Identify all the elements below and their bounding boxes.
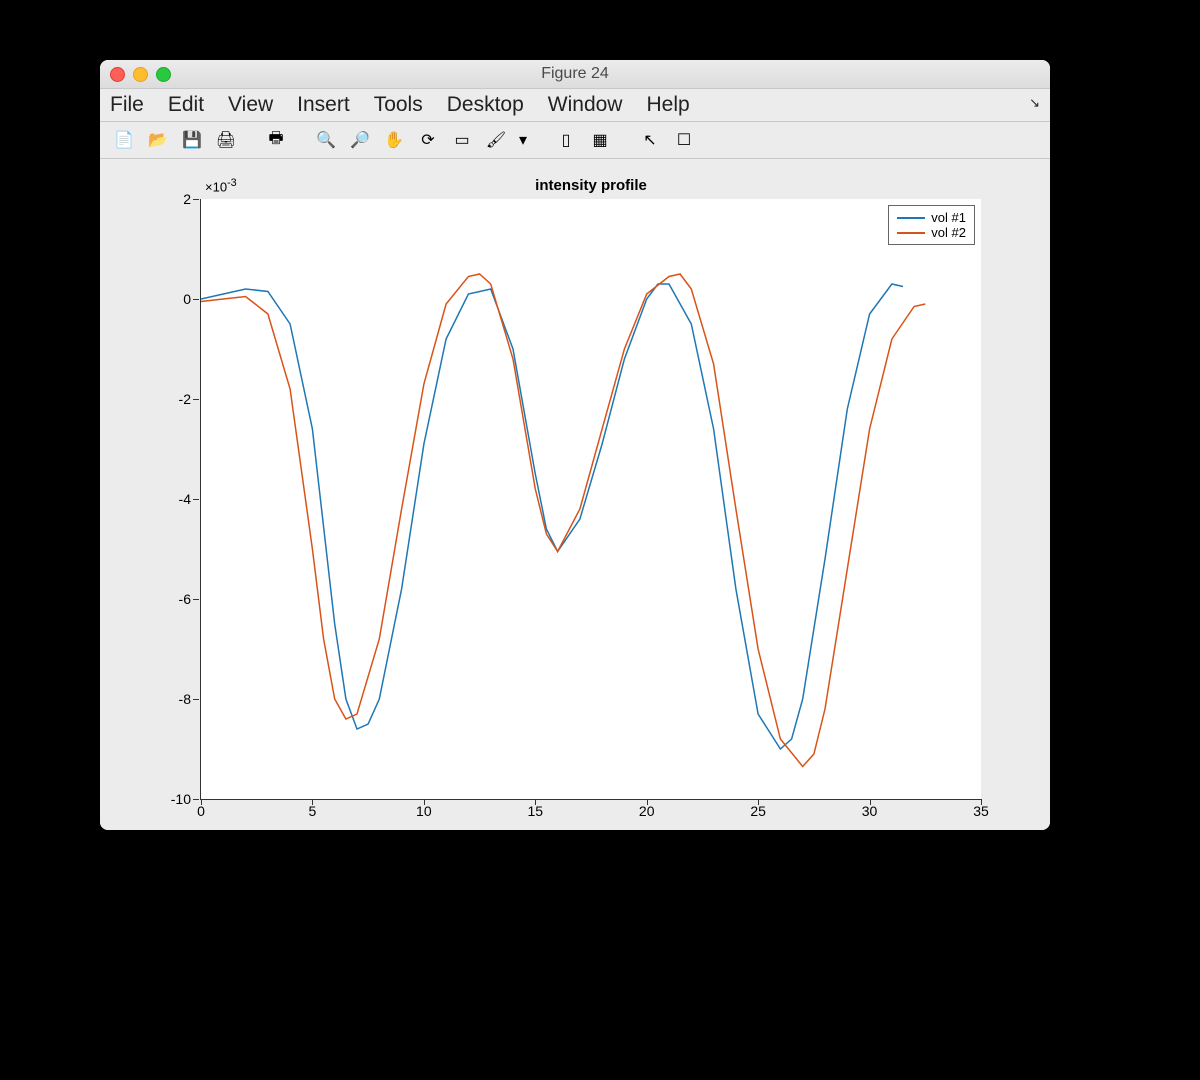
y-tick <box>193 399 199 400</box>
x-tick-label: 35 <box>973 803 989 819</box>
legend[interactable]: vol #1 vol #2 <box>888 205 975 245</box>
y-tick <box>193 199 199 200</box>
menu-edit[interactable]: Edit <box>168 93 204 117</box>
y-tick-label: 2 <box>151 191 191 207</box>
x-tick-label: 5 <box>309 803 317 819</box>
y-exponent: ×10-3 <box>205 177 237 194</box>
print-icon[interactable]: 🖨 <box>212 126 240 154</box>
y-tick-label: -8 <box>151 691 191 707</box>
save-icon[interactable]: 💾 <box>178 126 206 154</box>
toolbar: 📄 📂 💾 🖨 🖶 🔍 🔎 ✋ ⟳ ▭ 🖌 ▾ ▯ ▦ ↖ ☐ <box>100 122 1050 159</box>
pointer-icon[interactable]: ↖ <box>636 126 664 154</box>
window-title: Figure 24 <box>100 65 1050 83</box>
plot-tools-icon[interactable]: ☐ <box>670 126 698 154</box>
y-tick-label: -4 <box>151 491 191 507</box>
menubar: File Edit View Insert Tools Desktop Wind… <box>100 89 1050 122</box>
rotate-icon[interactable]: ⟳ <box>414 126 442 154</box>
y-tick <box>193 599 199 600</box>
menu-view[interactable]: View <box>228 93 273 117</box>
new-figure-icon[interactable]: 📄 <box>110 126 138 154</box>
y-tick <box>193 499 199 500</box>
legend-swatch-1 <box>897 217 925 219</box>
menu-file[interactable]: File <box>110 93 144 117</box>
figure-window: Figure 24 File Edit View Insert Tools De… <box>100 60 1050 830</box>
legend-entry-2: vol #2 <box>897 225 966 240</box>
data-cursor-icon[interactable]: ▭ <box>448 126 476 154</box>
titlebar: Figure 24 <box>100 60 1050 89</box>
zoom-in-icon[interactable]: 🔍 <box>312 126 340 154</box>
series-line-1 <box>201 284 903 749</box>
open-icon[interactable]: 📂 <box>144 126 172 154</box>
legend-entry-1: vol #1 <box>897 210 966 225</box>
chart-title: intensity profile <box>201 177 981 194</box>
plot-area: intensity profile ×10-3 vol #1 vol #2 -1… <box>100 159 1050 830</box>
y-tick-label: -10 <box>151 791 191 807</box>
y-tick-label: -2 <box>151 391 191 407</box>
x-tick-label: 30 <box>862 803 878 819</box>
y-tick-label: -6 <box>151 591 191 607</box>
menu-window[interactable]: Window <box>548 93 623 117</box>
x-tick-label: 25 <box>750 803 766 819</box>
dock-icon[interactable]: ↘ <box>1029 95 1040 111</box>
print-preview-icon[interactable]: 🖶 <box>262 126 290 154</box>
insert-colorbar-icon[interactable]: ▯ <box>552 126 580 154</box>
x-tick-label: 15 <box>527 803 543 819</box>
insert-legend-icon[interactable]: ▦ <box>586 126 614 154</box>
dropdown-icon[interactable]: ▾ <box>516 126 530 154</box>
y-tick <box>193 799 199 800</box>
brush-icon[interactable]: 🖌 <box>482 126 510 154</box>
y-tick-label: 0 <box>151 291 191 307</box>
x-tick-label: 10 <box>416 803 432 819</box>
menu-help[interactable]: Help <box>646 93 689 117</box>
legend-swatch-2 <box>897 232 925 234</box>
zoom-out-icon[interactable]: 🔎 <box>346 126 374 154</box>
menu-tools[interactable]: Tools <box>374 93 423 117</box>
pan-icon[interactable]: ✋ <box>380 126 408 154</box>
x-tick-label: 0 <box>197 803 205 819</box>
axes[interactable]: intensity profile ×10-3 vol #1 vol #2 -1… <box>200 199 981 800</box>
y-tick <box>193 299 199 300</box>
menu-desktop[interactable]: Desktop <box>447 93 524 117</box>
series-line-2 <box>201 274 925 767</box>
plot-canvas <box>201 199 981 799</box>
legend-label-2: vol #2 <box>931 225 966 240</box>
x-tick-label: 20 <box>639 803 655 819</box>
menu-insert[interactable]: Insert <box>297 93 350 117</box>
legend-label-1: vol #1 <box>931 210 966 225</box>
y-tick <box>193 699 199 700</box>
